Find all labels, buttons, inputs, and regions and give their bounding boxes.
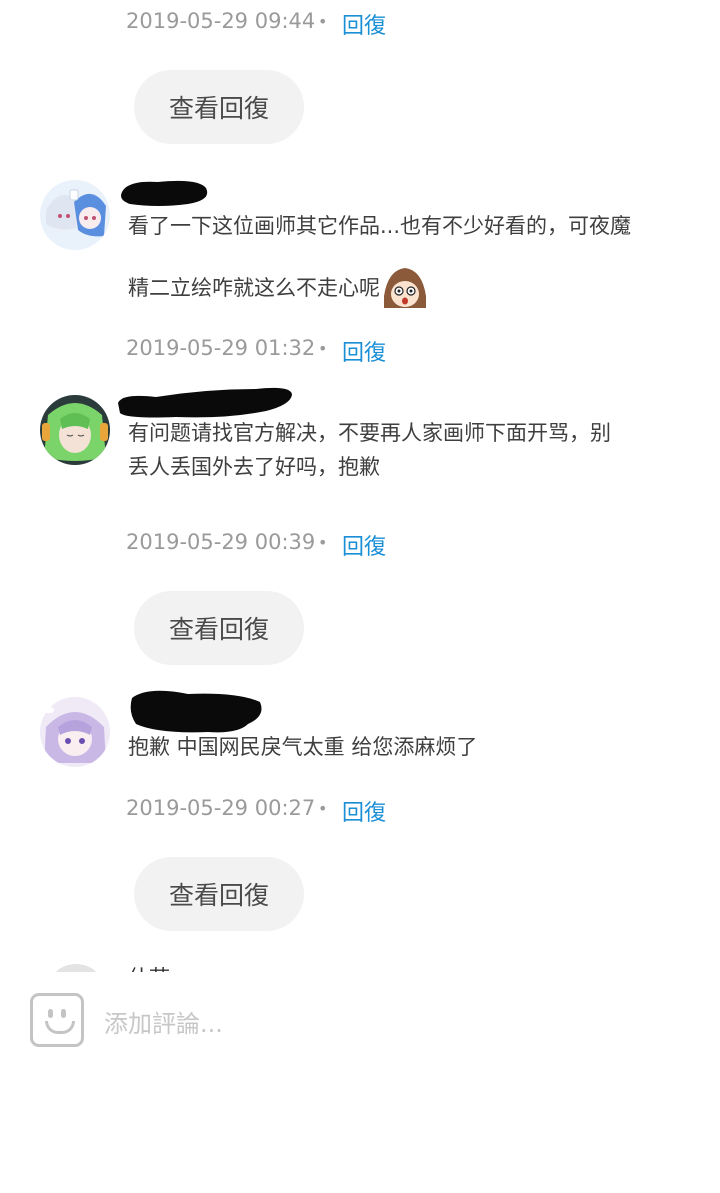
- comment-text-line: 丢人丢国外去了好吗，抱歉: [128, 455, 380, 479]
- reply-button[interactable]: 回復: [342, 529, 386, 561]
- avatar[interactable]: [40, 697, 110, 767]
- shocked-face-emoji-icon: [384, 268, 426, 308]
- reply-button[interactable]: 回復: [342, 795, 386, 827]
- comment-composer: 添加評論...: [0, 972, 720, 1072]
- separator-dot: •: [318, 799, 328, 818]
- separator-dot: •: [318, 12, 328, 31]
- comment-text: 抱歉 中国网民戾气太重 给您添麻烦了: [128, 735, 478, 759]
- avatar: [46, 964, 106, 972]
- anime-avatar-icon: [40, 180, 110, 250]
- comment-timestamp: 2019-05-29 00:27: [126, 796, 316, 820]
- comment-timestamp: 2019-05-29 09:44: [126, 9, 316, 33]
- reply-button[interactable]: 回復: [342, 335, 386, 367]
- partial-username: 什荭: [128, 962, 170, 972]
- separator-dot: •: [318, 339, 328, 358]
- comment-text-line: 有问题请找官方解决，不要再人家画师下面开骂，别: [128, 421, 611, 445]
- view-replies-button[interactable]: 查看回復: [134, 857, 304, 931]
- comment-input[interactable]: 添加評論...: [104, 1004, 223, 1039]
- avatar[interactable]: [40, 395, 110, 465]
- comment-text-line: 精二立绘咋就这么不走心呢: [128, 276, 380, 300]
- comment-text: 有问题请找官方解决，不要再人家画师下面开骂，别 丢人丢国外去了好吗，抱歉: [128, 416, 611, 484]
- separator-dot: •: [318, 533, 328, 552]
- comment-timestamp: 2019-05-29 00:39: [126, 530, 316, 554]
- comment-text-line: 看了一下这位画师其它作品...也有不少好看的，可夜魔: [128, 214, 632, 238]
- reply-button[interactable]: 回復: [342, 8, 386, 40]
- anime-avatar-icon: [40, 697, 110, 767]
- view-replies-button[interactable]: 查看回復: [134, 591, 304, 665]
- anime-avatar-icon: [40, 395, 110, 465]
- emoji-icon[interactable]: [30, 993, 84, 1047]
- avatar[interactable]: [40, 180, 110, 250]
- comment-text: 看了一下这位画师其它作品...也有不少好看的，可夜魔 精二立绘咋就这么不走心呢: [128, 195, 631, 319]
- next-comment-peek: 什荭: [0, 958, 720, 972]
- comment-timestamp: 2019-05-29 01:32: [126, 336, 316, 360]
- view-replies-button[interactable]: 查看回復: [134, 70, 304, 144]
